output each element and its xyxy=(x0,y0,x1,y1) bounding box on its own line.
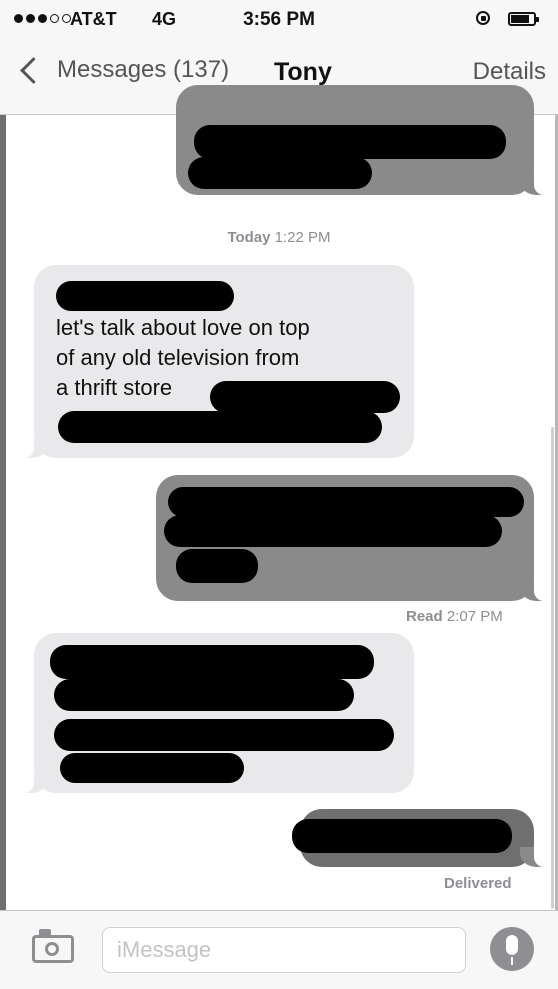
read-time: 2:07 PM xyxy=(446,608,503,625)
redaction-bar xyxy=(60,753,244,783)
redaction-bar xyxy=(54,679,354,711)
details-button[interactable]: Details xyxy=(473,58,546,86)
message-input-bar xyxy=(0,910,558,989)
redaction-bar xyxy=(194,125,506,159)
message-thread[interactable]: Today 1:22 PM chapter 7 of let's talk ab… xyxy=(0,85,558,910)
delivered-receipt: Delivered xyxy=(444,875,512,892)
sent-message-bubble[interactable] xyxy=(156,475,544,601)
received-message-bubble[interactable]: chapter 7 of let's talk about love on to… xyxy=(24,265,414,458)
timestamp-day: Today xyxy=(227,229,271,246)
sent-message-bubble[interactable] xyxy=(176,85,544,195)
received-message-bubble[interactable] xyxy=(24,633,414,793)
redaction-bar xyxy=(50,645,374,679)
redaction-bar xyxy=(292,819,512,853)
camera-icon[interactable] xyxy=(32,929,74,963)
back-label: Messages (137) xyxy=(57,56,230,83)
rotation-lock-icon xyxy=(476,11,490,25)
contact-name[interactable]: Tony xyxy=(274,58,332,87)
back-button[interactable]: Messages (137) xyxy=(16,56,229,84)
microphone-icon[interactable] xyxy=(490,927,534,971)
scrollbar[interactable] xyxy=(551,427,554,909)
read-receipt: Read 2:07 PM xyxy=(406,608,503,625)
conversation-timestamp: Today 1:22 PM xyxy=(0,229,558,246)
imessage-input[interactable] xyxy=(102,927,466,973)
timestamp-time: 1:22 PM xyxy=(274,229,331,246)
delivered-label: Delivered xyxy=(444,875,512,892)
redaction-bar xyxy=(168,487,524,517)
redaction-bar xyxy=(188,157,372,189)
redaction-bar xyxy=(210,381,400,413)
sent-message-bubble[interactable] xyxy=(292,809,544,867)
redaction-bar xyxy=(56,281,234,311)
redaction-bar xyxy=(176,549,258,583)
chevron-left-icon xyxy=(20,56,47,84)
redaction-bar xyxy=(164,515,502,547)
status-bar: AT&T 4G 3:56 PM xyxy=(0,0,558,40)
redaction-bar xyxy=(54,719,394,751)
battery-icon xyxy=(508,12,539,26)
status-time: 3:56 PM xyxy=(243,9,315,30)
read-label: Read xyxy=(406,608,443,625)
redaction-bar xyxy=(58,411,382,443)
